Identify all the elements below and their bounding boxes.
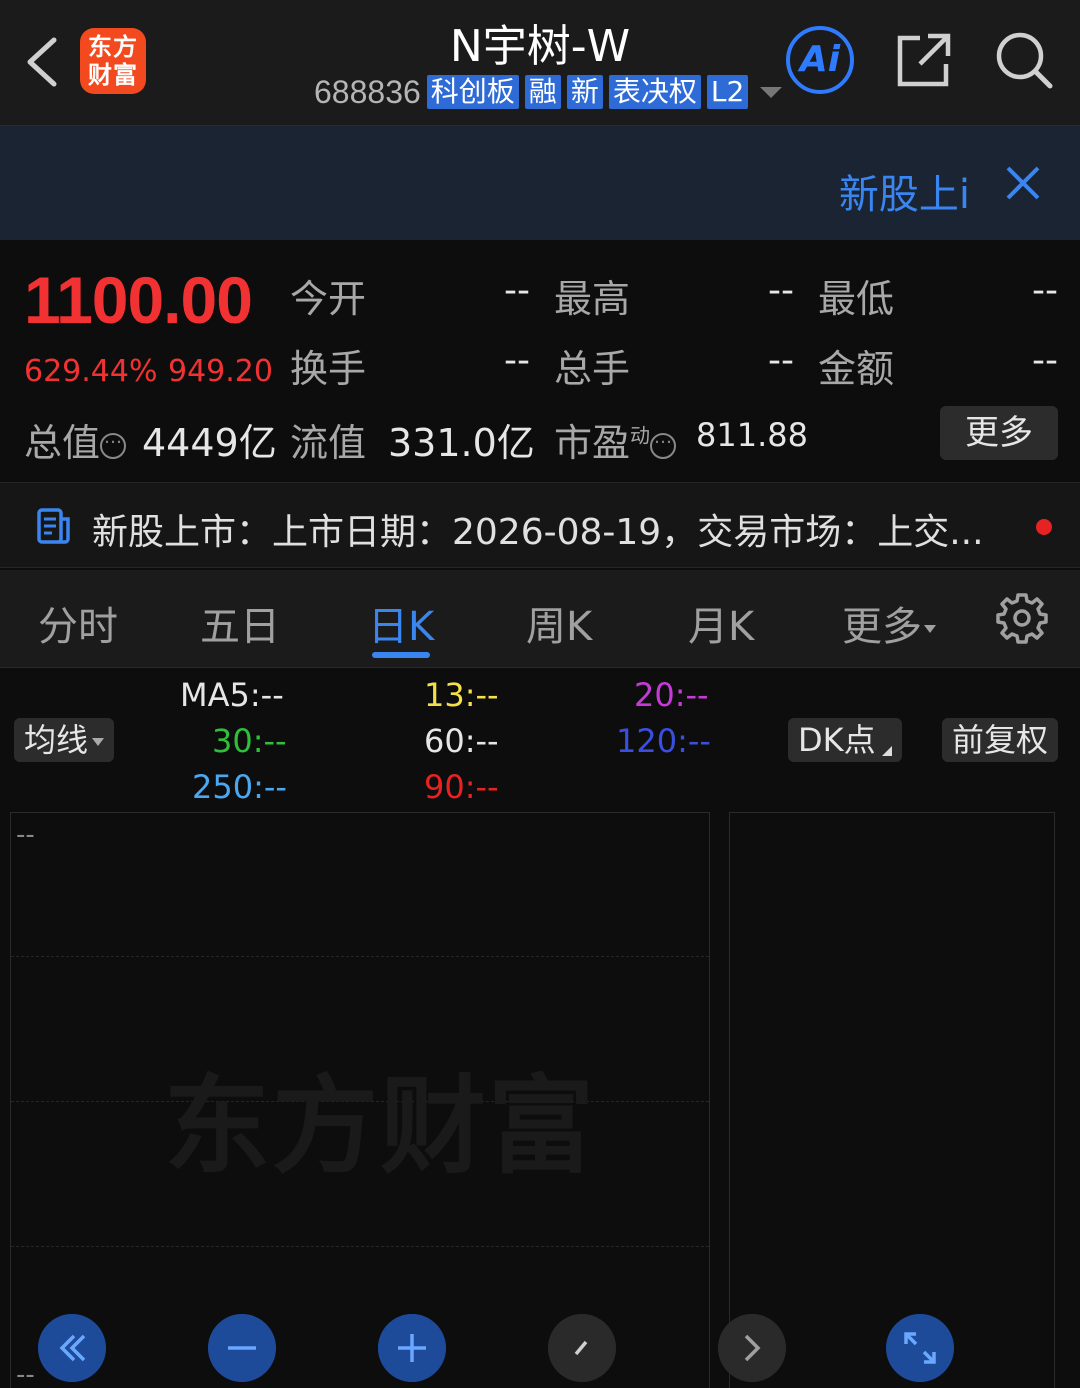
app-logo[interactable]: 东方 财富 [80,28,146,94]
dk-point-label: DK点 [798,721,876,759]
active-tab-indicator [372,652,430,658]
scroll-right-icon[interactable] [718,1314,786,1382]
news-ticker[interactable]: 新股上市：上市日期：2026-08-19，交易市场：上交... [0,482,1080,568]
unread-dot [1036,519,1052,535]
watermark: 东方财富 [164,1065,596,1188]
open-value: -- [504,270,530,311]
high-value: -- [768,270,794,311]
dk-point-toggle[interactable]: DK点 [788,718,902,762]
total-value-label: 总值 [24,412,127,467]
share-icon[interactable] [894,30,954,90]
corner-indicator-icon [881,746,892,756]
tab-daily-k[interactable]: 日K [368,594,434,652]
tab-more-label: 更多 [842,604,922,650]
ma120-value: 120:-- [616,722,711,760]
tab-five-day[interactable]: 五日 [200,594,280,652]
grid-line [11,1246,709,1247]
volume-value: -- [768,340,794,381]
chart-bottom-value: -- [16,1360,35,1388]
change-amount: 949.20 [168,354,273,389]
ma60-value: 60:-- [424,722,499,760]
info-icon[interactable] [100,427,127,459]
turnover-value: -- [504,340,530,381]
volume-label: 总手 [554,347,631,391]
info-icon[interactable] [650,427,677,459]
pe-label: 市盈动 [554,412,677,467]
ma250-value: 250:-- [192,768,287,806]
ma-selector[interactable]: 均线 [14,718,115,762]
banner-text: 新股上i [838,172,970,218]
tab-monthly-k[interactable]: 月K [688,594,754,652]
chart-tabs: 分时 五日 日K 周K 月K 更多 [0,570,1080,668]
price-adjust-selector[interactable]: 前复权 [942,718,1059,762]
tab-more[interactable]: 更多 [842,594,936,652]
draw-line-icon[interactable] [548,1314,616,1382]
tab-intraday[interactable]: 分时 [38,594,118,652]
search-icon[interactable] [994,28,1054,92]
total-value: 4449亿 [142,421,277,465]
zoom-out-icon[interactable] [208,1314,276,1382]
gear-icon[interactable] [996,592,1048,644]
ma-selector-label: 均线 [24,721,89,759]
scroll-left-fast-icon[interactable] [38,1314,106,1382]
chart-top-value: -- [16,820,35,850]
ma30-value: 30:-- [212,722,287,760]
tag-margin: 融 [524,75,561,109]
tag-star-market: 科创板 [426,75,519,109]
ai-icon[interactable]: Ai [786,26,854,94]
stock-code: 688836 [314,73,421,110]
tag-voting-rights: 表决权 [608,75,701,109]
document-icon [37,508,70,544]
turnover-label: 换手 [290,347,367,391]
low-label: 最低 [818,277,895,321]
notice-banner[interactable]: 新股上i [0,126,1080,240]
ma13-value: 13:-- [424,676,499,714]
tab-weekly-k[interactable]: 周K [526,594,592,652]
float-value: 331.0亿 [388,421,535,465]
ma5-value: MA5:-- [180,676,284,714]
chevron-down-icon [924,625,936,633]
logo-text-2: 财富 [88,61,138,89]
open-label: 今开 [290,277,367,321]
order-book-panel[interactable] [729,812,1055,1388]
logo-text-1: 东方 [88,33,138,61]
tag-new: 新 [566,75,603,109]
stock-name: N宇树-W [449,21,631,72]
amount-label: 金额 [818,347,895,391]
current-price: 1100.00 [24,263,253,337]
low-value: -- [1032,270,1058,311]
tag-l2: L2 [706,75,749,109]
pe-value: 811.88 [696,416,808,454]
fullscreen-icon[interactable] [886,1314,954,1382]
grid-line [11,956,709,957]
chevron-down-icon [92,738,105,746]
news-text: 新股上市：上市日期：2026-08-19，交易市场：上交... [92,512,984,553]
ma90-value: 90:-- [424,768,499,806]
back-icon[interactable] [22,34,62,90]
more-button[interactable]: 更多 [940,406,1058,460]
close-icon[interactable] [1004,164,1042,202]
amount-value: -- [1032,340,1058,381]
chevron-down-icon[interactable] [760,86,783,98]
float-value-label: 流值 [290,421,367,465]
high-label: 最高 [554,277,631,321]
ma20-value: 20:-- [634,676,709,714]
zoom-in-icon[interactable] [378,1314,446,1382]
change-percent: 629.44% [24,354,158,389]
stock-code-line[interactable]: 688836 科创板 融 新 表决权 L2 [314,72,783,112]
